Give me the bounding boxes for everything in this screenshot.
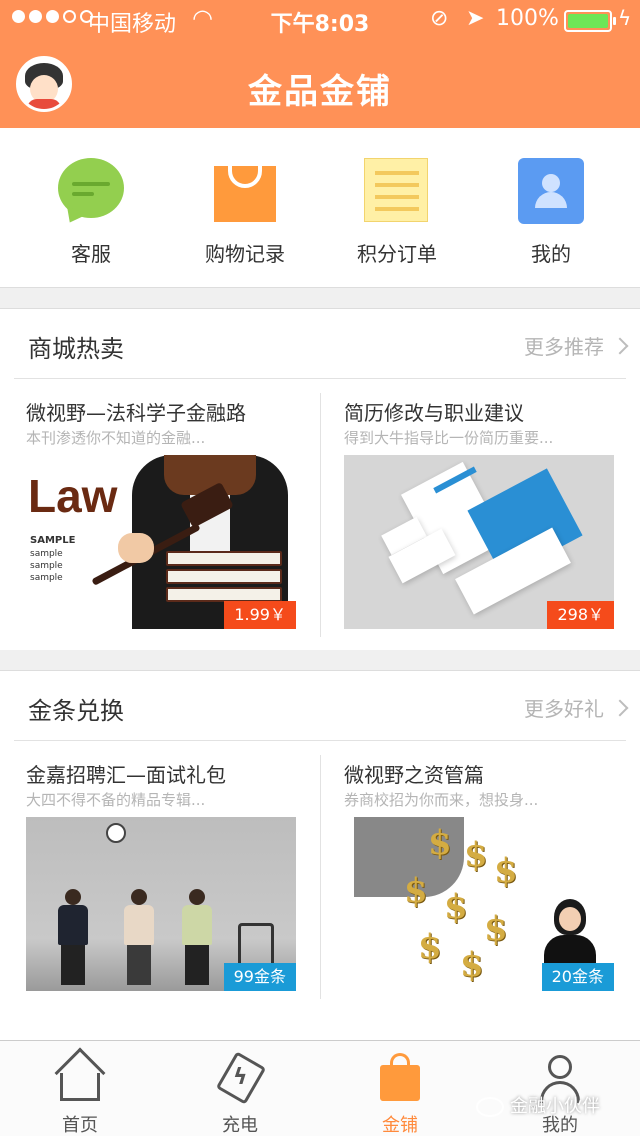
card-subtitle: 得到大牛指导比一份简历重要... xyxy=(344,429,554,447)
section-header: 金条兑换 更多好礼 xyxy=(14,671,629,741)
wechat-watermark: 金融小伙伴 xyxy=(476,1092,600,1118)
header: 中国移动 ◠ 下午8:03 ⊘ ➤ 100% ϟ 金品金铺 xyxy=(0,0,640,128)
chat-bubble-icon xyxy=(58,158,124,224)
more-link-label: 更多推荐 xyxy=(524,335,604,359)
tab-label: 充电 xyxy=(222,1115,258,1136)
quick-menu: 客服 购物记录 积分订单 我的 xyxy=(0,128,640,288)
product-image: 298￥ xyxy=(344,455,614,629)
quick-item-customer-service[interactable]: 客服 xyxy=(16,158,166,267)
price-badge: 99金条 xyxy=(223,963,296,991)
more-link[interactable]: 更多好礼 xyxy=(524,693,629,722)
tab-charge[interactable]: ϟ 充电 xyxy=(180,1051,300,1136)
quick-item-label: 我的 xyxy=(531,242,571,266)
shopping-bag-icon xyxy=(212,158,278,224)
notepad-icon xyxy=(364,158,430,224)
charge-tag-icon: ϟ xyxy=(215,1051,267,1105)
watermark-text: 金融小伙伴 xyxy=(510,1096,600,1117)
gold-exchange-section: 金条兑换 更多好礼 金嘉招聘汇—面试礼包 大四不得不备的精品专辑... 99金条… xyxy=(0,670,640,1040)
charging-icon: ϟ xyxy=(618,6,632,30)
card-subtitle: 本刊渗透你不知道的金融... xyxy=(26,429,206,447)
quick-item-label: 积分订单 xyxy=(357,242,437,266)
product-image: $ $ $ $ $ $ $ $ 20金条 xyxy=(344,817,614,991)
location-icon: ➤ xyxy=(466,6,485,31)
app-screen: 中国移动 ◠ 下午8:03 ⊘ ➤ 100% ϟ 金品金铺 客服 购物记录 积分… xyxy=(0,0,640,1136)
quick-item-label: 购物记录 xyxy=(205,242,285,266)
chevron-right-icon xyxy=(611,337,629,355)
wechat-icon xyxy=(476,1097,504,1117)
home-icon xyxy=(54,1047,106,1103)
quick-item-points-order[interactable]: 积分订单 xyxy=(322,158,472,267)
status-bar: 中国移动 ◠ 下午8:03 ⊘ ➤ 100% ϟ xyxy=(0,0,640,40)
image-text: Law xyxy=(28,470,118,522)
rotation-lock-icon: ⊘ xyxy=(430,6,449,31)
card-title: 微视野之资管篇 xyxy=(344,763,484,787)
product-card[interactable]: 简历修改与职业建议 得到大牛指导比一份简历重要... 298￥ xyxy=(334,379,640,629)
card-subtitle: 券商校招为你而来，想投身... xyxy=(344,791,539,809)
price-badge: 20金条 xyxy=(541,963,614,991)
bottom-tab-bar: 首页 ϟ 充电 金铺 我的 xyxy=(0,1040,640,1136)
product-card[interactable]: 微视野之资管篇 券商校招为你而来，想投身... $ $ $ $ $ $ $ $ … xyxy=(334,741,640,991)
quick-item-shopping-record[interactable]: 购物记录 xyxy=(170,158,320,267)
tab-label: 金铺 xyxy=(382,1115,418,1136)
product-card[interactable]: 金嘉招聘汇—面试礼包 大四不得不备的精品专辑... 99金条 xyxy=(16,741,322,991)
price-badge: 1.99￥ xyxy=(224,601,296,629)
product-image: 99金条 xyxy=(26,817,296,991)
tab-home[interactable]: 首页 xyxy=(20,1047,140,1136)
battery-icon xyxy=(564,10,616,32)
product-image: Law SAMPLE sample sample sample 1.99￥ xyxy=(26,455,296,629)
quick-item-mine[interactable]: 我的 xyxy=(476,158,626,267)
more-link-label: 更多好礼 xyxy=(524,697,604,721)
section-title: 金条兑换 xyxy=(28,697,124,725)
shop-bag-icon xyxy=(376,1051,424,1103)
chevron-right-icon xyxy=(611,699,629,717)
battery-percent: 100% xyxy=(496,6,559,31)
card-title: 微视野—法科学子金融路 xyxy=(26,401,246,425)
hot-sale-section: 商城热卖 更多推荐 微视野—法科学子金融路 本刊渗透你不知道的金融... Law… xyxy=(0,308,640,650)
more-link[interactable]: 更多推荐 xyxy=(524,331,629,360)
quick-item-label: 客服 xyxy=(71,242,111,266)
price-badge: 298￥ xyxy=(547,601,614,629)
section-header: 商城热卖 更多推荐 xyxy=(14,309,629,379)
product-card[interactable]: 微视野—法科学子金融路 本刊渗透你不知道的金融... Law SAMPLE sa… xyxy=(16,379,322,629)
tab-shop[interactable]: 金铺 xyxy=(340,1051,460,1136)
section-title: 商城热卖 xyxy=(28,335,124,363)
tab-label: 首页 xyxy=(62,1115,98,1136)
card-subtitle: 大四不得不备的精品专辑... xyxy=(26,791,206,809)
page-title: 金品金铺 xyxy=(248,72,392,112)
user-profile-icon xyxy=(518,158,584,224)
card-title: 金嘉招聘汇—面试礼包 xyxy=(26,763,226,787)
card-title: 简历修改与职业建议 xyxy=(344,401,524,425)
